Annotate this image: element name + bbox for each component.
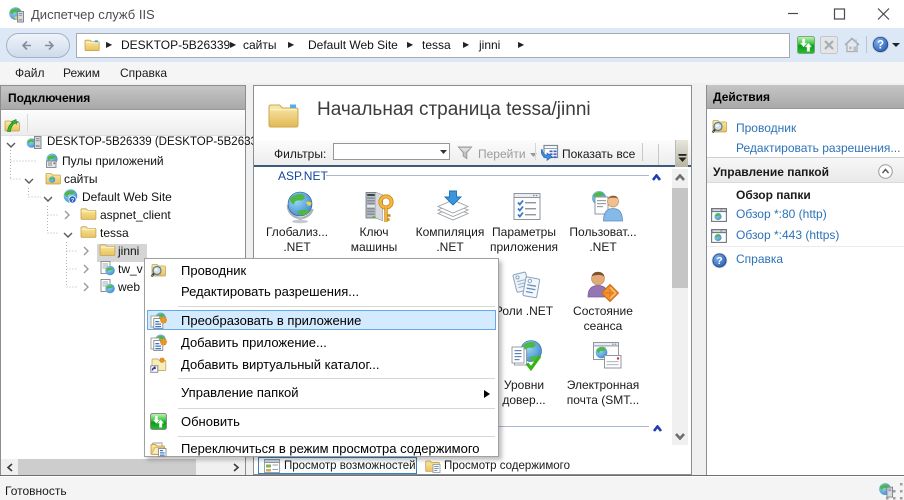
svg-text:?: ?	[716, 255, 722, 267]
svg-text:?: ?	[877, 40, 884, 52]
